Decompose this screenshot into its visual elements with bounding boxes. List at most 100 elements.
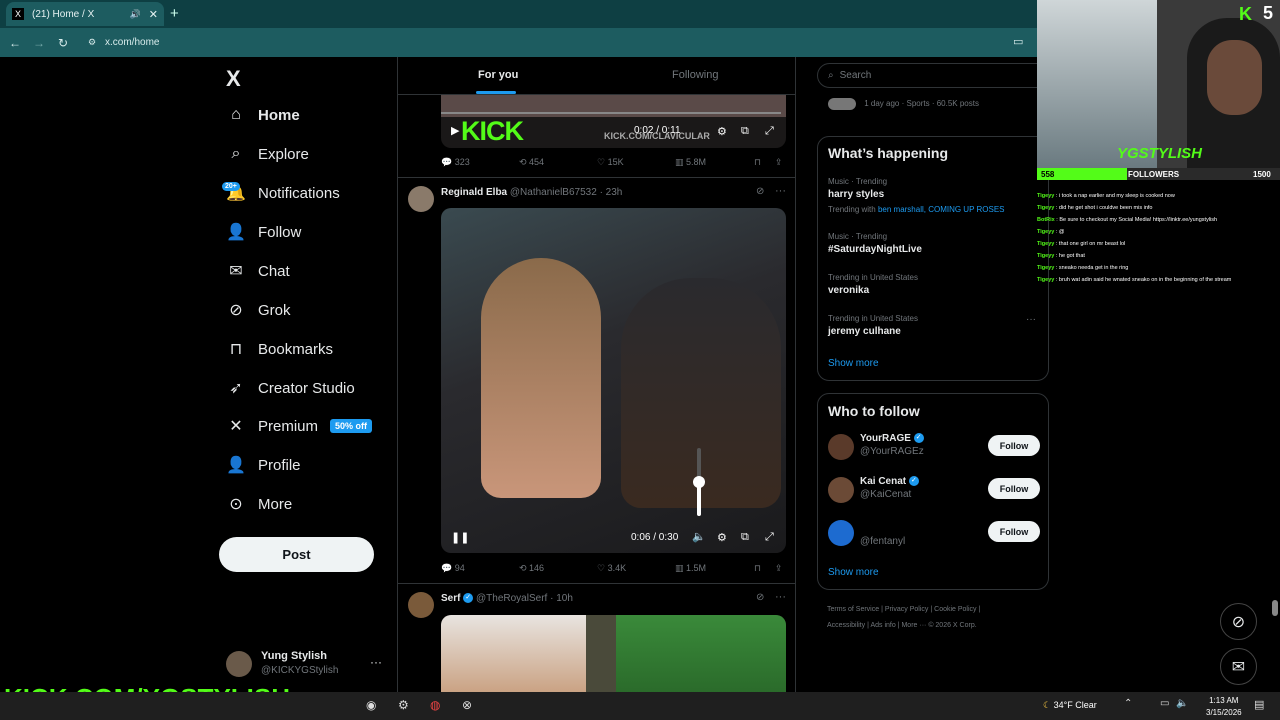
- forward-icon[interactable]: →: [27, 36, 51, 50]
- settings-icon[interactable]: ⚙: [717, 125, 727, 138]
- trend-name[interactable]: #SaturdayNightLive: [828, 244, 922, 255]
- speaker-icon[interactable]: 🔊: [130, 9, 141, 20]
- network-icon[interactable]: ▭: [1160, 698, 1169, 709]
- pip-icon[interactable]: ⧉: [741, 125, 749, 138]
- follow-suggestion[interactable]: YourRAGE ✓ @YourRAGEz Follow: [828, 432, 1043, 462]
- nav-item-follow[interactable]: 👤 Follow: [226, 214, 301, 250]
- avatar[interactable]: [408, 186, 434, 212]
- fullscreen-icon[interactable]: ⤢: [765, 125, 774, 138]
- like-icon[interactable]: ♡ 15K: [597, 157, 624, 168]
- trend-name[interactable]: jeremy culhane: [828, 326, 901, 337]
- back-icon[interactable]: ←: [3, 36, 27, 50]
- nav-item-profile[interactable]: 👤 Profile: [226, 447, 301, 483]
- trend-name[interactable]: harry styles: [828, 189, 884, 200]
- more-icon[interactable]: ···: [370, 655, 382, 669]
- trend-preview[interactable]: 1 day ago · Sports · 60.5K posts: [828, 98, 979, 110]
- tweet-video[interactable]: [441, 615, 786, 692]
- tweet-time[interactable]: · 10h: [550, 593, 573, 604]
- trend-with-links[interactable]: ben marshall, COMING UP ROSES: [878, 205, 1005, 214]
- pip-icon[interactable]: ⧉: [741, 531, 749, 544]
- more-icon[interactable]: ···: [775, 591, 786, 603]
- clock[interactable]: 1:13 AM 3/15/2026: [1206, 695, 1242, 719]
- tweet-video[interactable]: ▶ KICK KICK.COM/CLAVICULAR 0:02 / 0:11 ⚙…: [441, 95, 786, 148]
- nav-item-creator-studio[interactable]: ➶ Creator Studio: [226, 370, 354, 406]
- site-info-icon[interactable]: ⚙: [88, 37, 96, 48]
- post-button[interactable]: Post: [219, 537, 374, 572]
- app-icon[interactable]: ⊗: [462, 698, 472, 712]
- messages-float-button[interactable]: ✉: [1220, 648, 1257, 685]
- weather-widget[interactable]: ☾ 34°F Clear: [1043, 700, 1097, 711]
- nav-item-chat[interactable]: ✉ Chat: [226, 253, 289, 289]
- author-name[interactable]: Serf: [441, 593, 460, 604]
- account-switcher[interactable]: Yung Stylish @KICKYGStylish ···: [226, 649, 386, 681]
- repost-icon[interactable]: ⟲ 146: [519, 563, 544, 574]
- search-input[interactable]: ⌕ Search: [817, 63, 1049, 88]
- footer-link[interactable]: Cookie Policy: [934, 606, 976, 613]
- grok-float-button[interactable]: ⊘: [1220, 603, 1257, 640]
- play-icon[interactable]: ▶: [451, 124, 459, 137]
- footer-link[interactable]: More ···: [901, 622, 926, 629]
- share-icon[interactable]: ⇪: [775, 563, 783, 574]
- grok-icon[interactable]: ⊘: [756, 186, 764, 197]
- tweet-time[interactable]: · 23h: [600, 187, 623, 198]
- avatar[interactable]: [408, 592, 434, 618]
- nav-item-explore[interactable]: ⌕ Explore: [226, 136, 309, 172]
- views-icon[interactable]: ▥ 5.8M: [675, 157, 706, 168]
- fullscreen-icon[interactable]: ⤢: [765, 531, 774, 544]
- footer-link[interactable]: Accessibility: [827, 622, 865, 629]
- new-tab-button[interactable]: +: [170, 5, 179, 22]
- settings-icon[interactable]: ⚙: [717, 531, 727, 544]
- show-more-link[interactable]: Show more: [828, 358, 879, 369]
- steam-icon[interactable]: ⚙: [398, 698, 409, 712]
- follow-suggestion[interactable]: @fentanyl Follow: [828, 518, 1043, 548]
- volume-handle[interactable]: [693, 476, 705, 488]
- author-handle[interactable]: @TheRoyalSerf: [476, 593, 547, 604]
- close-tab-icon[interactable]: ✕: [149, 8, 158, 21]
- reload-icon[interactable]: ↻: [51, 36, 75, 50]
- notification-center-icon[interactable]: ▤: [1254, 698, 1264, 711]
- follow-button[interactable]: Follow: [988, 435, 1040, 456]
- nav-item-notifications[interactable]: 🔔 Notifications: [226, 175, 340, 211]
- tray-chevron-icon[interactable]: ⌃: [1124, 698, 1132, 709]
- footer-link[interactable]: Ads info: [870, 622, 895, 629]
- nav-item-more[interactable]: ⊙ More: [226, 486, 292, 522]
- tab-for-you[interactable]: For you: [478, 69, 518, 81]
- trend-name[interactable]: veronika: [828, 285, 869, 296]
- tab-following[interactable]: Following: [672, 69, 718, 81]
- pause-icon[interactable]: ❚❚: [451, 531, 469, 544]
- x-logo-icon[interactable]: X: [226, 66, 241, 92]
- discord-icon[interactable]: ◉: [366, 698, 376, 712]
- more-icon[interactable]: ···: [1026, 314, 1036, 325]
- volume-icon[interactable]: 🔈: [1176, 698, 1188, 709]
- like-icon[interactable]: ♡ 3.4K: [597, 563, 626, 574]
- bookmark-icon[interactable]: ⊓: [754, 563, 761, 574]
- show-more-link[interactable]: Show more: [828, 567, 879, 578]
- nav-item-premium[interactable]: ✕ Premium 50% off: [226, 408, 373, 444]
- reply-icon[interactable]: 💬 94: [441, 563, 465, 574]
- footer-link[interactable]: Privacy Policy: [885, 606, 929, 613]
- cast-icon[interactable]: ▭: [1013, 35, 1023, 48]
- url-field[interactable]: x.com/home: [105, 37, 159, 48]
- author-name[interactable]: Reginald Elba: [441, 187, 507, 198]
- chrome-icon[interactable]: ◍: [430, 698, 440, 712]
- footer-link[interactable]: Terms of Service: [827, 606, 879, 613]
- repost-icon[interactable]: ⟲ 454: [519, 157, 544, 168]
- bookmark-icon[interactable]: ⊓: [754, 157, 761, 168]
- tweet-video[interactable]: ❚❚ 0:06 / 0:30 🔈 ⚙ ⧉ ⤢: [441, 208, 786, 553]
- volume-icon[interactable]: 🔈: [692, 530, 706, 543]
- share-icon[interactable]: ⇪: [775, 157, 783, 168]
- scrollbar[interactable]: [1272, 600, 1278, 616]
- reply-icon[interactable]: 💬 323: [441, 157, 470, 168]
- volume-slider[interactable]: [693, 448, 705, 516]
- follow-button[interactable]: Follow: [988, 521, 1040, 542]
- nav-item-bookmarks[interactable]: ⊓ Bookmarks: [226, 331, 333, 367]
- author-handle[interactable]: @NathanielB67532: [510, 187, 597, 198]
- more-icon[interactable]: ···: [775, 185, 786, 197]
- follow-button[interactable]: Follow: [988, 478, 1040, 499]
- nav-item-home[interactable]: ⌂ Home: [226, 97, 300, 133]
- views-icon[interactable]: ▥ 1.5M: [675, 563, 706, 574]
- nav-item-grok[interactable]: ⊘ Grok: [226, 292, 290, 328]
- grok-icon[interactable]: ⊘: [756, 592, 764, 603]
- follow-suggestion[interactable]: Kai Cenat ✓ @KaiCenat Follow: [828, 475, 1043, 505]
- browser-tab[interactable]: X (21) Home / X 🔊 ✕: [6, 2, 164, 26]
